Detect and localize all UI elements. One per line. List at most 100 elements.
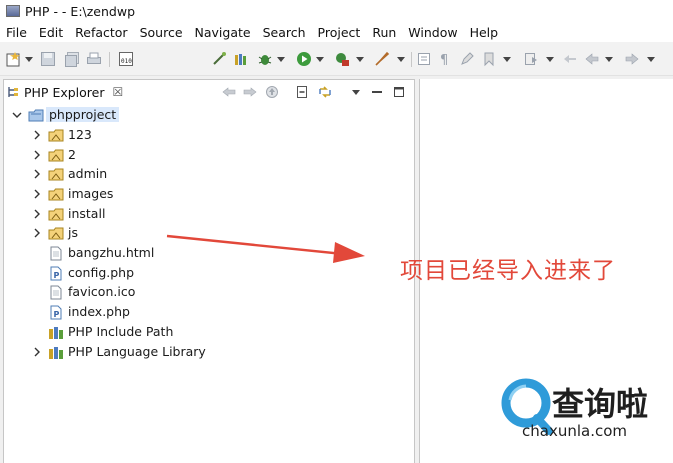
chevron-right-icon[interactable] [32,347,42,357]
menu-refactor[interactable]: Refactor [69,25,133,40]
tree-item-label: 123 [68,127,92,142]
tree-item-library[interactable]: PHP Include Path [4,323,414,342]
menu-search[interactable]: Search [257,25,312,40]
package-folder-icon [48,149,64,162]
last-edit-icon[interactable] [562,51,578,67]
package-folder-icon [48,129,64,142]
tree-item-label: PHP Include Path [68,324,174,339]
pencil-icon[interactable] [459,51,475,67]
run-icon[interactable] [296,51,312,67]
explorer-icon [7,86,19,98]
binary-icon[interactable]: 010 [118,51,134,67]
bug-icon[interactable] [257,51,273,67]
back-icon[interactable] [584,51,600,67]
tree-item-folder[interactable]: install [4,205,414,224]
forward-icon[interactable] [624,51,640,67]
file-icon [50,246,62,261]
chevron-down-icon[interactable] [397,57,405,62]
paragraph-icon[interactable]: ¶ [437,51,453,67]
save-icon[interactable] [40,51,56,67]
library-icon[interactable] [233,51,249,67]
view-menu-icon[interactable] [349,85,363,99]
tree-item-file[interactable]: P index.php [4,303,414,322]
tree-item-folder[interactable]: 123 [4,126,414,145]
chevron-down-icon[interactable] [356,57,364,62]
view-header: PHP Explorer ☒ [4,80,414,104]
debug-wand-icon[interactable] [211,51,227,67]
chevron-down-icon[interactable] [503,57,511,62]
tree-item-file[interactable]: favicon.ico [4,283,414,302]
tree-item-folder[interactable]: admin [4,165,414,184]
menu-run[interactable]: Run [366,25,402,40]
collapse-all-icon[interactable] [295,85,309,99]
php-explorer-view: PHP Explorer ☒ phpproject 123 2 admin im… [3,79,415,463]
tree-item-label: index.php [68,304,130,319]
library-icon [49,347,63,359]
chevron-down-icon[interactable] [546,57,554,62]
tree-item-library[interactable]: PHP Language Library [4,343,414,362]
menu-navigate[interactable]: Navigate [189,25,257,40]
up-nav-icon[interactable] [265,85,279,99]
chevron-right-icon[interactable] [32,150,42,160]
annotation-arrow-icon [166,234,365,263]
minimize-icon[interactable] [370,85,384,99]
tree-item-folder[interactable]: 2 [4,146,414,165]
menu-window[interactable]: Window [402,25,463,40]
tab-php-explorer[interactable]: PHP Explorer ☒ [7,82,123,102]
toggle-mark-icon[interactable] [416,51,432,67]
menu-project[interactable]: Project [312,25,367,40]
chevron-right-icon[interactable] [32,169,42,179]
menu-file[interactable]: File [0,25,33,40]
annotation-text: 项目已经导入进来了 [400,258,616,284]
chevron-right-icon[interactable] [32,130,42,140]
save-all-icon[interactable] [64,51,80,67]
chevron-down-icon[interactable] [12,110,22,120]
app-icon [6,5,20,17]
maximize-icon[interactable] [392,85,406,99]
chevron-right-icon[interactable] [32,209,42,219]
chevron-down-icon[interactable] [277,57,285,62]
new-icon[interactable] [6,51,22,67]
external-tools-icon[interactable] [334,51,350,67]
chevron-right-icon[interactable] [32,189,42,199]
svg-text:P: P [54,310,60,319]
tree-item-label: favicon.ico [68,284,136,299]
tree-item-label: images [68,186,114,201]
watermark: 查询啦 chaxunla.com [497,376,673,463]
next-annotation-icon[interactable] [523,51,539,67]
tree-item-label: admin [68,166,108,181]
menu-source[interactable]: Source [134,25,189,40]
tree-item-label: install [68,206,106,221]
menu-edit[interactable]: Edit [33,25,69,40]
svg-text:010: 010 [121,58,132,65]
print-icon[interactable] [86,51,102,67]
tree-item-label: PHP Language Library [68,344,206,359]
menu-help[interactable]: Help [464,25,505,40]
menu-bar: File Edit Refactor Source Navigate Searc… [0,22,673,42]
package-folder-icon [48,188,64,201]
deploy-icon[interactable] [374,51,390,67]
svg-text:P: P [54,271,60,280]
tree-item-label: bangzhu.html [68,245,155,260]
tree-item-folder[interactable]: images [4,185,414,204]
chevron-down-icon[interactable] [647,57,655,62]
php-file-icon: P [50,305,62,320]
php-file-icon: P [50,266,62,281]
chevron-down-icon[interactable] [605,57,613,62]
tree-item-project[interactable]: phpproject [4,106,414,125]
toolbar-separator [109,52,110,67]
forward-nav-icon[interactable] [243,85,257,99]
watermark-brand: 查询啦 [552,385,649,423]
chevron-down-icon[interactable] [316,57,324,62]
library-icon [49,327,63,339]
close-icon[interactable]: ☒ [113,85,124,99]
tab-label: PHP Explorer [24,84,105,100]
chevron-right-icon[interactable] [32,228,42,238]
chevron-down-icon[interactable] [25,57,33,62]
toolbar-separator [411,52,412,67]
back-nav-icon[interactable] [222,85,236,99]
annotation-icon[interactable] [481,51,497,67]
link-with-editor-icon[interactable] [318,85,332,99]
svg-text:¶: ¶ [440,53,448,67]
tree-item-label: config.php [68,265,135,280]
